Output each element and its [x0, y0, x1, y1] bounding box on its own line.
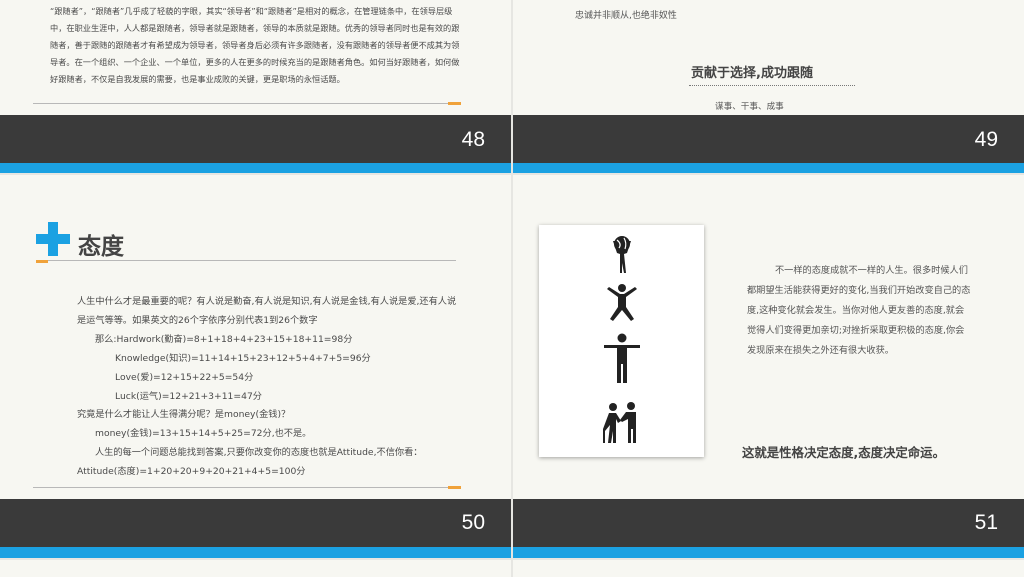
follower-paragraph: “跟随者”，“跟随者”几乎成了轻藐的字眼，其实“领导者”和“跟随者”是相对的概念…: [50, 6, 460, 84]
page-number: 48: [461, 128, 485, 151]
title-rule: [46, 260, 456, 261]
footer-bar: [513, 115, 1024, 163]
body-line: 人生中什么才是最重要的呢？有人说是勤奋,有人说是知识,有人说是金钱,有人说是爱,…: [77, 296, 457, 307]
slide-49[interactable]: 忠诚并非顺从,也绝非奴性 贡献于选择,成功跟随 谋事、干事、成事 49: [513, 0, 1024, 173]
body-line: 究竟是什么才能让人生得满分呢？是money(金钱)？: [77, 409, 291, 421]
body-line: Luck(运气)=12+21+3+11=47分: [115, 390, 262, 402]
section-heading: 贡献于选择,成功跟随: [691, 66, 813, 81]
body-line: Knowledge(知识)=11+14+15+23+12+5+4+7+5=96分: [115, 352, 371, 364]
attitude-body: 人生中什么才是最重要的呢？有人说是勤奋,有人说是知识,有人说是金钱,有人说是爱,…: [77, 293, 497, 482]
footer-bar: [0, 115, 511, 163]
slide-52-partial[interactable]: [0, 560, 511, 577]
page-number: 51: [974, 511, 998, 534]
body-line: Love(爱)=12+15+22+5=54分: [115, 371, 254, 383]
quote-text: 忠诚并非顺从,也绝非奴性: [575, 11, 677, 21]
heading-underline: [689, 85, 855, 86]
footer-stripe: [0, 547, 511, 558]
section-subtitle: 谋事、干事、成事: [715, 102, 784, 112]
footer-bar: [513, 499, 1024, 547]
footer-stripe: [513, 163, 1024, 173]
slide-48[interactable]: “跟随者”，“跟随者”几乎成了轻藐的字眼，其实“领导者”和“跟随者”是相对的概念…: [0, 0, 511, 173]
page-number: 49: [974, 128, 998, 151]
bottom-accent: [448, 486, 461, 489]
slide-50[interactable]: 态度 人生中什么才是最重要的呢？有人说是勤奋,有人说是知识,有人说是金钱,有人说…: [0, 175, 511, 558]
footer-bar: [0, 499, 511, 547]
slide-53-partial[interactable]: [513, 560, 1024, 577]
footer-stripe: [513, 547, 1024, 558]
bottom-rule: [33, 103, 451, 104]
jumping-person-icon: [606, 284, 637, 321]
title-accent: [36, 260, 48, 263]
pictogram-card: [539, 225, 704, 457]
body-line: money(金钱)=13+15+14+5+25=72分,也不是。: [95, 428, 312, 440]
body-line: Attitude(态度)=1+20+20+9+20+21+4+5=100分: [77, 466, 306, 478]
globe-carrier-icon: [612, 236, 631, 273]
elderly-helper-icon: [602, 402, 636, 443]
attitude-paragraph: 不一样的态度成就不一样的人生。很多时候人们都期望生活能获得更好的变化,当我们开始…: [747, 265, 971, 356]
bottom-accent: [448, 102, 461, 105]
footer-stripe: [0, 163, 511, 173]
body-line: 是运气等等。如果英文的26个字依序分别代表1到26个数字: [77, 314, 318, 326]
body-line: 那么:Hardwork(勤奋)=8+1+18+4+23+15+18+11=98分: [95, 333, 353, 345]
page-number: 50: [461, 511, 485, 534]
plus-cross-icon: [36, 222, 70, 256]
slide-51[interactable]: 不一样的态度成就不一样的人生。很多时候人们都期望生活能获得更好的变化,当我们开始…: [513, 175, 1024, 558]
body-line: 人生的每一个问题总能找到答案,只要你改变你的态度也就是Attitude,不信你看…: [95, 447, 423, 459]
conclusion-text: 这就是性格决定态度,态度决定命运。: [742, 445, 945, 460]
bottom-rule: [33, 487, 451, 488]
standing-person-icon: [603, 333, 640, 383]
slide-title: 态度: [78, 234, 124, 260]
